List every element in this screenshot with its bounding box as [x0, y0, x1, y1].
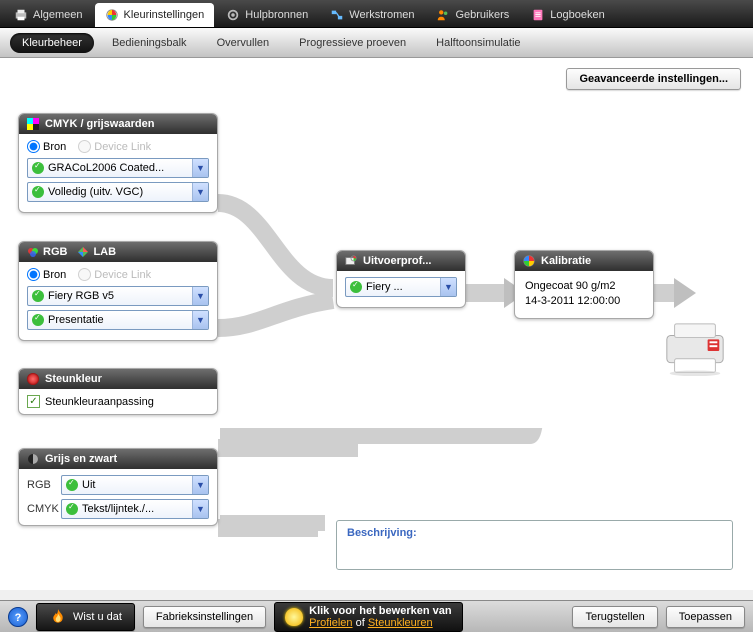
- panel-output-profile: Uitvoerprof... Fiery ...▼: [336, 250, 466, 308]
- sub-tab-bar: Kleurbeheer Bedieningsbalk Overvullen Pr…: [0, 28, 753, 58]
- chevron-down-icon: ▼: [192, 500, 208, 518]
- tab-label: Hulpbronnen: [245, 9, 308, 21]
- panel-title: Uitvoerprof...: [363, 255, 431, 267]
- chevron-down-icon: ▼: [440, 278, 456, 296]
- lab-icon: [77, 246, 89, 258]
- button-label: Wist u dat: [73, 611, 122, 623]
- advanced-settings-button[interactable]: Geavanceerde instellingen...: [566, 68, 741, 90]
- description-label: Beschrijving:: [347, 527, 417, 539]
- subtab-overvullen[interactable]: Overvullen: [205, 33, 282, 53]
- tab-logboeken[interactable]: Logboeken: [521, 3, 614, 27]
- combo-rgb-intent[interactable]: Presentatie▼: [27, 310, 209, 330]
- tab-algemeen[interactable]: Algemeen: [4, 3, 93, 27]
- calibration-timestamp: 14-3-2011 12:00:00: [525, 294, 643, 309]
- subtab-bedieningsbalk[interactable]: Bedieningsbalk: [100, 33, 199, 53]
- subtab-progressieve[interactable]: Progressieve proeven: [287, 33, 418, 53]
- calibration-media: Ongecoat 90 g/m2: [525, 279, 643, 294]
- subtab-halftoon[interactable]: Halftoonsimulatie: [424, 33, 532, 53]
- chevron-down-icon: ▼: [192, 159, 208, 177]
- combo-gray-cmyk[interactable]: Tekst/lijntek./...▼: [61, 499, 209, 519]
- panel-title-lab: LAB: [93, 246, 116, 258]
- check-icon: [66, 479, 78, 491]
- panel-rgb-lab: RGB LAB Bron Device Link Fiery RGB v5▼ P…: [18, 241, 218, 341]
- apply-button[interactable]: Toepassen: [666, 606, 745, 628]
- gear-icon: [226, 8, 240, 22]
- radio-rgb-devicelink[interactable]: Device Link: [78, 268, 151, 281]
- color-wheel-icon: [105, 8, 119, 22]
- panel-spotcolor: Steunkleur ✓ Steunkleuraanpassing: [18, 368, 218, 415]
- check-icon: [350, 281, 362, 293]
- reset-button[interactable]: Terugstellen: [572, 606, 657, 628]
- tab-werkstromen[interactable]: Werkstromen: [320, 3, 424, 27]
- tab-label: Gebruikers: [455, 9, 509, 21]
- cmyk-swatch-icon: [27, 118, 39, 130]
- panel-title: Kalibratie: [541, 255, 591, 267]
- bulb-icon: [285, 608, 303, 626]
- link-steunkleuren[interactable]: Steunkleuren: [368, 617, 433, 629]
- main-tab-bar: Algemeen Kleurinstellingen Hulpbronnen W…: [0, 0, 753, 28]
- label-cmyk: CMYK: [27, 503, 61, 515]
- radio-rgb-bron[interactable]: Bron: [27, 268, 66, 281]
- did-you-know-button[interactable]: Wist u dat: [36, 603, 135, 631]
- chevron-down-icon: ▼: [192, 183, 208, 201]
- spot-color-icon: [27, 373, 39, 385]
- help-button[interactable]: ?: [8, 607, 28, 627]
- tab-kleurinstellingen[interactable]: Kleurinstellingen: [95, 3, 215, 27]
- tab-label: Algemeen: [33, 9, 83, 21]
- radio-cmyk-bron[interactable]: Bron: [27, 140, 66, 153]
- workflow-canvas: Geavanceerde instellingen... CMYK / grij…: [0, 58, 753, 590]
- panel-title-rgb: RGB: [43, 246, 67, 258]
- tab-label: Logboeken: [550, 9, 604, 21]
- chevron-down-icon: ▼: [192, 311, 208, 329]
- gray-black-icon: [27, 453, 39, 465]
- combo-cmyk-profile[interactable]: GRACoL2006 Coated...▼: [27, 158, 209, 178]
- label-rgb: RGB: [27, 479, 61, 491]
- panel-gray-black: Grijs en zwart RGB Uit▼ CMYK Tekst/lijnt…: [18, 448, 218, 526]
- bottom-bar: ? Wist u dat Fabrieksinstellingen Klik v…: [0, 600, 753, 632]
- panel-title: CMYK / grijswaarden: [45, 118, 154, 130]
- check-icon: [32, 162, 44, 174]
- check-icon: [32, 314, 44, 326]
- combo-gray-rgb[interactable]: Uit▼: [61, 475, 209, 495]
- tab-label: Kleurinstellingen: [124, 9, 205, 21]
- check-icon: [32, 186, 44, 198]
- combo-rgb-profile[interactable]: Fiery RGB v5▼: [27, 286, 209, 306]
- hint-text: Klik voor het bewerken van: [309, 605, 451, 617]
- connector-lines: [218, 158, 358, 538]
- combo-cmyk-intent[interactable]: Volledig (uitv. VGC)▼: [27, 182, 209, 202]
- chevron-down-icon: ▼: [192, 476, 208, 494]
- panel-cmyk: CMYK / grijswaarden Bron Device Link GRA…: [18, 113, 218, 213]
- subtab-kleurbeheer[interactable]: Kleurbeheer: [10, 33, 94, 53]
- link-profielen[interactable]: Profielen: [309, 617, 352, 629]
- calibration-icon: [523, 255, 535, 267]
- tab-hulpbronnen[interactable]: Hulpbronnen: [216, 3, 318, 27]
- panel-title: Steunkleur: [45, 373, 102, 385]
- log-icon: [531, 8, 545, 22]
- flame-icon: [49, 608, 67, 626]
- chevron-down-icon: ▼: [192, 287, 208, 305]
- radio-cmyk-devicelink[interactable]: Device Link: [78, 140, 151, 153]
- checkbox-label: Steunkleuraanpassing: [45, 396, 154, 408]
- factory-defaults-button[interactable]: Fabrieksinstellingen: [143, 606, 266, 628]
- panel-calibration: Kalibratie Ongecoat 90 g/m2 14-3-2011 12…: [514, 250, 654, 319]
- printer-graphic: [661, 318, 729, 376]
- rgb-icon: [27, 246, 39, 258]
- description-box: Beschrijving:: [336, 520, 733, 570]
- panel-title: Grijs en zwart: [45, 453, 117, 465]
- hint-banner: Klik voor het bewerken van Profielen of …: [274, 602, 462, 632]
- output-profile-icon: [345, 255, 357, 267]
- users-icon: [436, 8, 450, 22]
- checkbox-spotmatching[interactable]: ✓: [27, 395, 40, 408]
- workflow-icon: [330, 8, 344, 22]
- combo-output-profile[interactable]: Fiery ...▼: [345, 277, 457, 297]
- tab-gebruikers[interactable]: Gebruikers: [426, 3, 519, 27]
- printer-icon: [14, 8, 28, 22]
- check-icon: [32, 290, 44, 302]
- check-icon: [66, 503, 78, 515]
- tab-label: Werkstromen: [349, 9, 414, 21]
